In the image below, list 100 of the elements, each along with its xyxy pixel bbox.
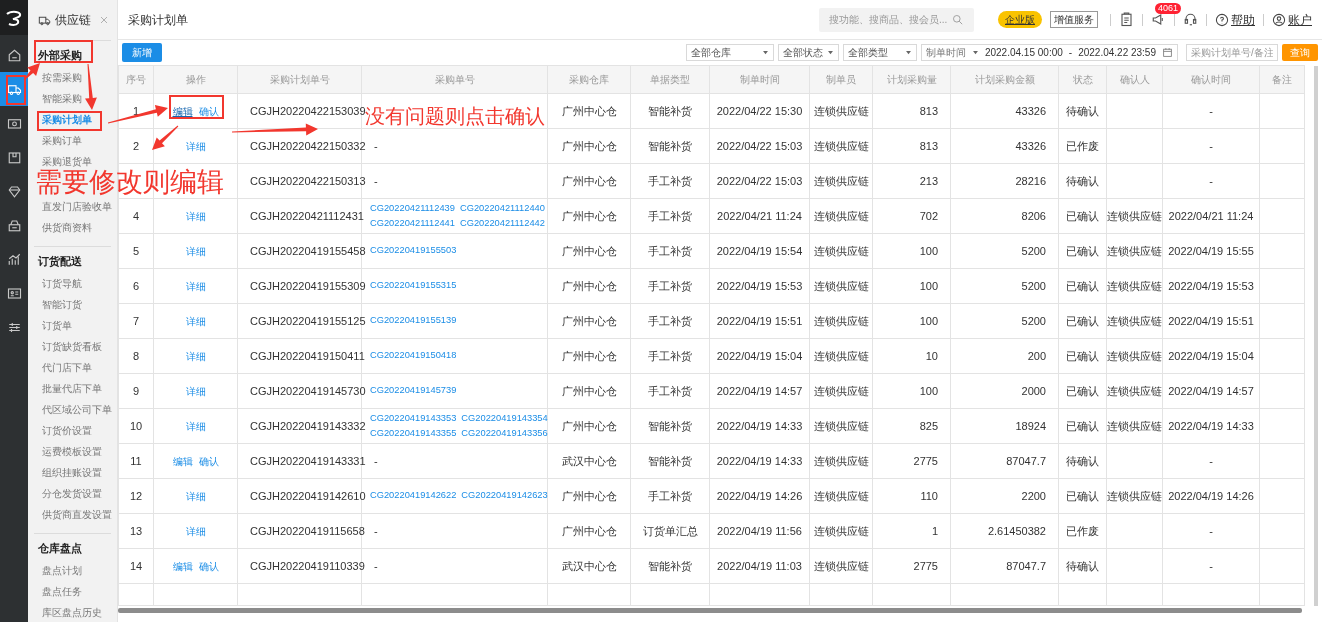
table-cell: 2200: [950, 478, 1059, 514]
action-link[interactable]: 详细: [185, 245, 206, 257]
column-header: 确认时间: [1162, 65, 1260, 94]
sidebar-item[interactable]: 分仓发货设置: [42, 483, 102, 504]
order-link[interactable]: CG20220419143354: [461, 411, 548, 426]
table-cell: 手工补货: [630, 373, 710, 409]
order-link[interactable]: CG20220419155503: [370, 244, 457, 258]
table-cell: 连锁供应链: [1106, 268, 1163, 304]
table-cell: 连锁供应链: [1106, 408, 1163, 444]
action-link[interactable]: 详细: [185, 210, 206, 222]
scrollbar[interactable]: [1314, 66, 1318, 606]
sidebar-item[interactable]: 智能订货: [42, 294, 82, 315]
help-link[interactable]: 帮助: [1215, 10, 1255, 29]
sidebar-item[interactable]: 盘点计划: [42, 560, 82, 581]
order-link[interactable]: CG20220419142623: [461, 489, 548, 503]
account-link[interactable]: 账户: [1272, 10, 1312, 29]
add-button[interactable]: 新增: [122, 43, 162, 62]
order-link[interactable]: CG20220419145739: [370, 384, 457, 398]
action-link[interactable]: 确认: [198, 455, 219, 467]
action-link[interactable]: 详细: [185, 385, 206, 397]
notification-badge: 4061: [1155, 3, 1182, 14]
search-field[interactable]: 搜功能、搜商品、搜会员...: [819, 7, 974, 32]
table-cell: 广州中心仓: [547, 128, 631, 164]
sidebar-item[interactable]: 订货单: [42, 315, 72, 336]
sidebar-item[interactable]: 订货导航: [42, 273, 82, 294]
order-link[interactable]: CG20220419143356: [461, 426, 548, 441]
table-cell: 2022/04/19 14:26: [1162, 478, 1260, 514]
sidebar-item[interactable]: 供货商资料: [42, 217, 92, 238]
action-link[interactable]: 编辑: [172, 560, 193, 572]
table-cell: 12: [118, 478, 154, 514]
order-link[interactable]: CG20220419143353: [370, 411, 457, 426]
table-cell: 广州中心仓: [547, 513, 631, 549]
date-type-select[interactable]: 制单时间: [925, 45, 966, 60]
table-cell: 13: [118, 513, 154, 549]
table-cell: -: [1162, 548, 1260, 584]
headset-icon[interactable]: [1183, 12, 1198, 27]
edition-badge[interactable]: 企业版: [998, 11, 1042, 28]
table-cell: 连锁供应链: [809, 268, 873, 304]
query-button[interactable]: 查询: [1282, 44, 1318, 61]
order-link[interactable]: CG20220421112440: [459, 201, 545, 216]
order-link[interactable]: CG20220421112441: [370, 216, 455, 231]
sidebar-item[interactable]: 订货价设置: [42, 420, 92, 441]
sidebar-item[interactable]: 智能采购: [42, 88, 82, 109]
sidebar-item[interactable]: 组织挂账设置: [42, 462, 102, 483]
order-link[interactable]: CG20220419143355: [370, 426, 457, 441]
order-link[interactable]: CG20220419150418: [370, 349, 457, 363]
action-link[interactable]: 编辑: [172, 455, 193, 467]
sidebar-item[interactable]: 盘点任务: [42, 581, 82, 602]
table-cell: 连锁供应链: [809, 198, 873, 234]
table-cell: 43326: [950, 128, 1059, 164]
filter-select[interactable]: 全部状态: [777, 44, 839, 61]
sidebar-item[interactable]: 直发门店验收单: [42, 196, 112, 217]
action-link[interactable]: 详细: [185, 280, 206, 292]
table-cell: 智能补货: [630, 548, 710, 584]
sidebar-item[interactable]: 采购计划单: [42, 109, 92, 130]
table-cell: 已确认: [1058, 408, 1107, 444]
table-cell: 已作废: [1058, 513, 1107, 549]
group-title: 外部采购: [38, 48, 82, 62]
column-header: 采购单号: [361, 65, 548, 94]
action-link[interactable]: 详细: [185, 525, 206, 537]
sidebar-item[interactable]: 批量代店下单: [42, 378, 102, 399]
sidebar-item[interactable]: 库区盘点历史: [42, 602, 102, 622]
action-link[interactable]: 详细: [185, 490, 206, 502]
date-range-field[interactable]: 制单时间 2022.04.15 00:00 - 2022.04.22 23:59: [920, 44, 1178, 61]
table-cell: -: [1162, 93, 1260, 129]
calendar-icon[interactable]: [1162, 47, 1173, 58]
table-cell: 2022/04/19 14:57: [1162, 373, 1260, 409]
action-link[interactable]: 详细: [185, 315, 206, 327]
scrollbar[interactable]: [118, 608, 1302, 613]
action-link[interactable]: 确认: [198, 560, 219, 572]
table-cell: 连锁供应链: [1106, 373, 1163, 409]
order-link[interactable]: CG20220419155315: [370, 279, 457, 293]
table-cell: 2775: [872, 443, 951, 479]
keyword-field[interactable]: 采购计划单号/备注: [1186, 44, 1278, 61]
column-header: 计划采购量: [872, 65, 951, 94]
action-link[interactable]: 详细: [185, 420, 206, 432]
order-link[interactable]: CG20220419155139: [370, 314, 457, 328]
sidebar-item[interactable]: 供货商直发设置: [42, 504, 112, 525]
order-link[interactable]: CG20220421112439: [370, 201, 455, 216]
megaphone-icon[interactable]: [1151, 12, 1166, 27]
sidebar-item[interactable]: 代门店下单: [42, 357, 92, 378]
action-link[interactable]: 详细: [185, 140, 206, 152]
sidebar-item[interactable]: 代区域公司下单: [42, 399, 112, 420]
action-link[interactable]: 确认: [198, 105, 219, 117]
filter-select[interactable]: 全部仓库: [685, 44, 774, 61]
sidebar-item[interactable]: 按需采购: [42, 67, 82, 88]
table-cell: 87047.7: [950, 443, 1059, 479]
table-cell: 订货单汇总: [630, 513, 710, 549]
sidebar-item[interactable]: 运费模板设置: [42, 441, 102, 462]
sidebar-item[interactable]: 采购订单: [42, 130, 82, 151]
table-cell: 9: [118, 373, 154, 409]
id-card-icon: [6, 285, 22, 301]
clipboard-icon[interactable]: [1119, 12, 1134, 27]
order-link[interactable]: CG20220421112442: [459, 216, 545, 231]
order-link[interactable]: CG20220419142622: [370, 489, 457, 503]
filter-select[interactable]: 全部类型: [842, 44, 917, 61]
value-service-button[interactable]: 增值服务: [1050, 11, 1098, 28]
sidebar-item[interactable]: 订货缺货看板: [42, 336, 102, 357]
action-link[interactable]: 详细: [185, 350, 206, 362]
action-link[interactable]: 编辑: [172, 105, 193, 117]
